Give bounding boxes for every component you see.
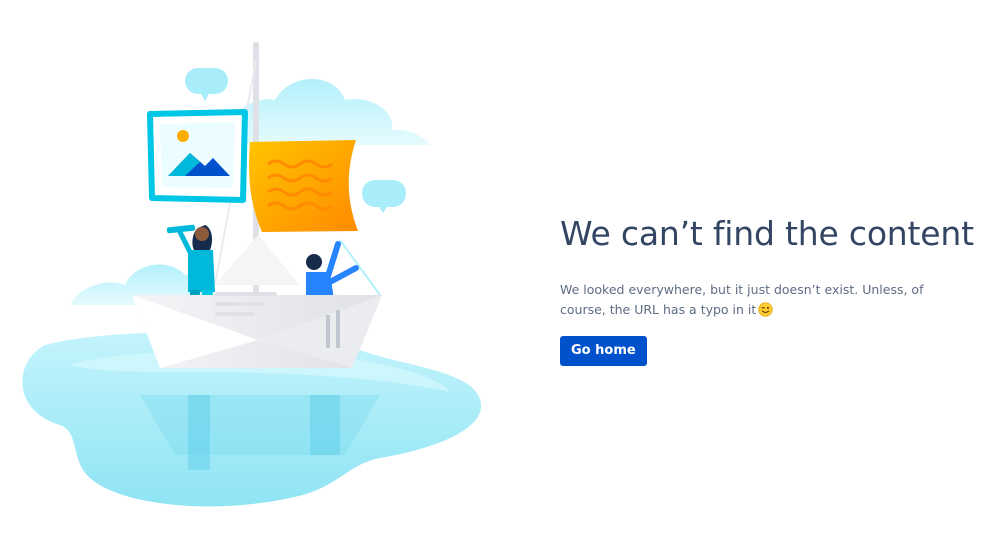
- paper-boat: [132, 235, 382, 368]
- picture-frame-sail: [147, 109, 248, 203]
- paper-boat-illustration: [22, 42, 482, 507]
- page-title: We can’t find the content: [560, 214, 974, 253]
- error-content: We can’t find the content We looked ever…: [560, 212, 974, 366]
- error-message: We looked everywhere, but it just doesn’…: [560, 280, 965, 320]
- not-found-page: We can’t find the content We looked ever…: [0, 0, 999, 548]
- go-home-button[interactable]: Go home: [560, 336, 647, 366]
- error-message-text: We looked everywhere, but it just doesn’…: [560, 282, 924, 317]
- orange-sail: [249, 140, 358, 232]
- winking-face-icon: [758, 302, 773, 317]
